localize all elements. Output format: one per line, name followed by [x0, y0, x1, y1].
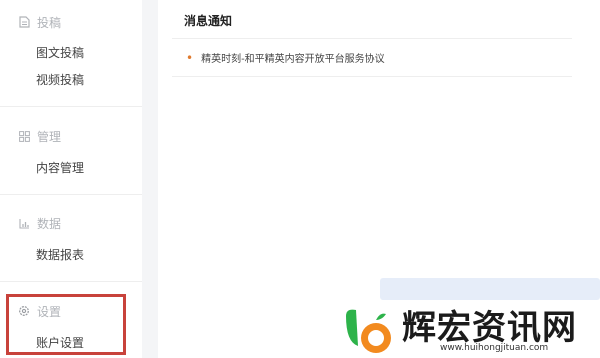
layout-gap [142, 0, 158, 358]
group-header-manage: 管理 [18, 126, 61, 146]
sidebar: 投稿 图文投稿 视频投稿 管理 内容管理 数据 数据报表 设置 账户设置 [0, 0, 142, 358]
notice-text: 精英时刻-和平精英内容开放平台服务协议 [201, 54, 385, 65]
sidebar-item-data-report[interactable]: 数据报表 [36, 246, 84, 263]
sidebar-item-content-manage[interactable]: 内容管理 [36, 159, 84, 176]
divider [0, 281, 142, 282]
group-title: 投稿 [37, 15, 62, 30]
watermark-title: 辉宏资讯网 [402, 308, 577, 348]
group-header-submit: 投稿 [18, 12, 61, 32]
highlight-box [6, 294, 126, 355]
divider [172, 38, 572, 39]
document-icon [18, 16, 30, 28]
bar-chart-icon [18, 217, 30, 229]
sidebar-item-video-submit[interactable]: 视频投稿 [36, 71, 84, 88]
sidebar-item-article-submit[interactable]: 图文投稿 [36, 44, 84, 61]
watermark: 辉宏资讯网 www.huihongjituan.com [340, 272, 600, 358]
watermark-logo-icon [346, 309, 391, 353]
divider [172, 76, 572, 77]
grid-icon [18, 130, 30, 142]
watermark-banner [380, 278, 600, 300]
notice-item[interactable]: • 精英时刻-和平精英内容开放平台服务协议 [186, 50, 385, 66]
watermark-url: www.huihongjituan.com [440, 343, 549, 353]
divider [0, 106, 142, 107]
group-title: 管理 [37, 129, 62, 144]
page-title: 消息通知 [184, 14, 233, 28]
group-header-data: 数据 [18, 213, 61, 233]
group-title: 数据 [37, 216, 62, 231]
bullet-dot-icon: • [186, 50, 194, 65]
divider [0, 194, 142, 195]
